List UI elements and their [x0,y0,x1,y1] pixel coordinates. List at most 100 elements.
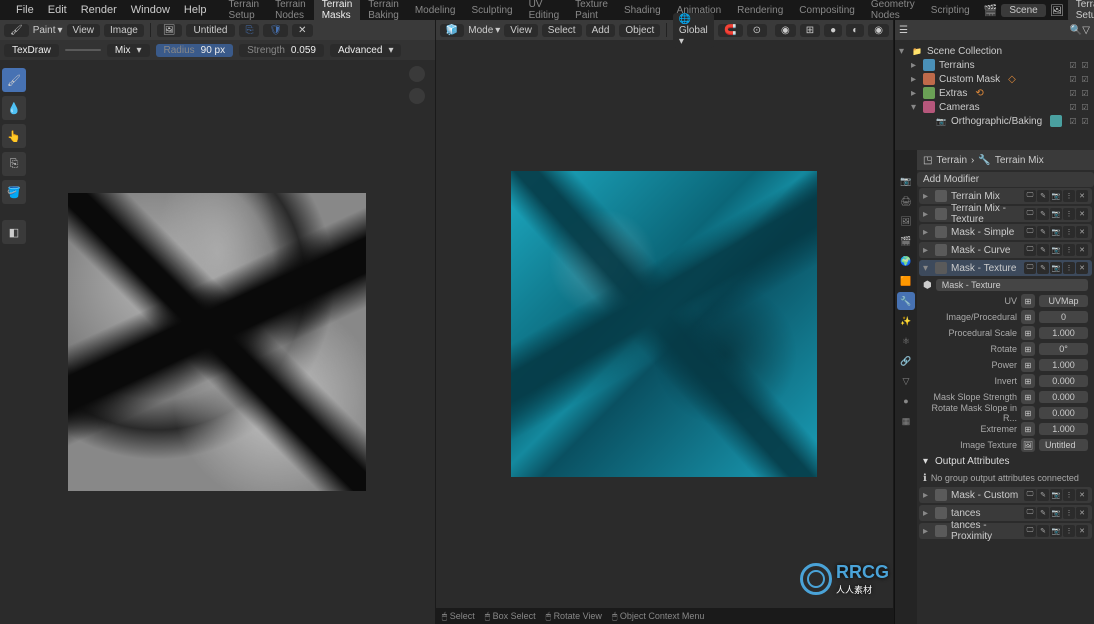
mod-edit-icon[interactable]: ✎ [1037,489,1049,501]
image-icon[interactable]: 🖼 [1021,438,1035,452]
clone-tool-icon[interactable]: ⎘ [2,152,26,176]
modifier-item[interactable]: ▾ Mask - Texture 🖵✎📷⋮✕ [919,260,1092,276]
param-field[interactable]: UVMap [1039,295,1088,307]
modifier-item[interactable]: ▸ Mask - Custom 🖵✎📷⋮✕ [919,487,1092,503]
workspace-tab[interactable]: Scripting [923,3,978,18]
menu-view[interactable]: View [504,24,538,37]
render-icon[interactable]: ☑ [1080,60,1090,70]
mod-realtime-icon[interactable]: 🖵 [1024,507,1036,519]
image-datablock-icon[interactable]: 🖼 [157,24,182,37]
workspace-tab[interactable]: Modeling [407,3,464,18]
props-tab-mesh-icon[interactable]: ▽ [897,372,915,390]
menu-render[interactable]: Render [75,2,123,18]
attribute-toggle-icon[interactable]: ⊞ [1021,406,1035,420]
object-mode-dropdown[interactable]: Mode ▾ [468,25,500,36]
mod-realtime-icon[interactable]: 🖵 [1024,190,1036,202]
zoom-icon[interactable] [409,66,425,82]
mod-render-icon[interactable]: 📷 [1050,244,1062,256]
outliner-type-icon[interactable]: ☰ [899,25,908,36]
render-icon[interactable]: ☑ [1080,116,1090,126]
workspace-tab[interactable]: Compositing [791,3,863,18]
mod-edit-icon[interactable]: ✎ [1037,190,1049,202]
advanced-dropdown[interactable]: Advanced ▾ [330,44,402,57]
mod-render-icon[interactable]: 📷 [1050,489,1062,501]
nodegroup-name[interactable]: Mask - Texture [936,279,1088,291]
outliner-item[interactable]: 📷 Orthographic/Baking ☑☑ [895,114,1094,128]
mod-extra-icon[interactable]: ⋮ [1063,190,1075,202]
workspace-tab[interactable]: Rendering [729,3,791,18]
mod-realtime-icon[interactable]: 🖵 [1024,525,1036,537]
mod-extra-icon[interactable]: ⋮ [1063,489,1075,501]
mod-extra-icon[interactable]: ⋮ [1063,208,1075,220]
brush-color[interactable] [65,49,101,51]
props-tab-scene-icon[interactable]: 🎬 [897,232,915,250]
viewlayer-selector[interactable]: Terrain Setup [1068,0,1094,22]
menu-window[interactable]: Window [125,2,176,18]
menu-object[interactable]: Object [619,24,660,37]
mod-realtime-icon[interactable]: 🖵 [1024,244,1036,256]
param-field[interactable]: 0° [1039,343,1088,355]
mod-delete-icon[interactable]: ✕ [1076,507,1088,519]
editor-type-icon[interactable]: 🧊 [440,24,464,37]
mod-render-icon[interactable]: 📷 [1050,226,1062,238]
image-canvas[interactable] [68,193,366,491]
mod-extra-icon[interactable]: ⋮ [1063,262,1075,274]
modifier-item[interactable]: ▸ tances - Proximity 🖵✎📷⋮✕ [919,523,1092,539]
search-icon[interactable]: 🔍 [1070,25,1082,36]
attribute-toggle-icon[interactable]: ⊞ [1021,422,1035,436]
mod-edit-icon[interactable]: ✎ [1037,525,1049,537]
menu-help[interactable]: Help [178,2,213,18]
mod-realtime-icon[interactable]: 🖵 [1024,226,1036,238]
snap-icon[interactable]: 🧲 [718,24,742,37]
smear-tool-icon[interactable]: 👆 [2,124,26,148]
attribute-toggle-icon[interactable]: ⊞ [1021,374,1035,388]
props-tab-world-icon[interactable]: 🌍 [897,252,915,270]
modifier-item[interactable]: ▸ Mask - Simple 🖵✎📷⋮✕ [919,224,1092,240]
image-texture-field[interactable]: Untitled [1039,439,1088,451]
mod-realtime-icon[interactable]: 🖵 [1024,262,1036,274]
modifier-item[interactable]: ▸ tances 🖵✎📷⋮✕ [919,505,1092,521]
modifier-item[interactable]: ▸ Mask - Curve 🖵✎📷⋮✕ [919,242,1092,258]
param-field[interactable]: 0 [1039,311,1088,323]
shading-solid-icon[interactable]: ● [824,24,842,37]
param-field[interactable]: 0.000 [1039,375,1088,387]
pan-icon[interactable] [409,88,425,104]
outliner-item[interactable]: ▸ Extras ⟲ ☑☑ [895,86,1094,100]
brush-preset[interactable]: TexDraw [4,44,59,57]
soften-tool-icon[interactable]: 💧 [2,96,26,120]
workspace-tab[interactable]: Sculpting [463,3,520,18]
props-tab-material-icon[interactable]: ● [897,392,915,410]
attribute-toggle-icon[interactable]: ⊞ [1021,326,1035,340]
props-tab-render-icon[interactable]: 📷 [897,172,915,190]
strength-field[interactable]: Strength0.059 [239,44,324,57]
mod-delete-icon[interactable]: ✕ [1076,208,1088,220]
mod-delete-icon[interactable]: ✕ [1076,525,1088,537]
mod-delete-icon[interactable]: ✕ [1076,226,1088,238]
unlink-icon[interactable]: ✕ [292,24,312,37]
visibility-icon[interactable]: ☑ [1068,116,1078,126]
param-field[interactable]: 1.000 [1039,423,1088,435]
props-tab-physics-icon[interactable]: ⚛ [897,332,915,350]
mod-extra-icon[interactable]: ⋮ [1063,525,1075,537]
shading-wireframe-icon[interactable]: ⊞ [800,24,820,37]
workspace-tab[interactable]: Shading [616,3,669,18]
props-tab-viewlayer-icon[interactable]: 🖼 [897,212,915,230]
outliner-item[interactable]: ▸ Terrains ☑☑ [895,58,1094,72]
mod-delete-icon[interactable]: ✕ [1076,489,1088,501]
menu-image[interactable]: Image [104,24,144,37]
render-icon[interactable]: ☑ [1080,102,1090,112]
mod-edit-icon[interactable]: ✎ [1037,507,1049,519]
shading-matprev-icon[interactable]: ◐ [846,24,864,37]
mod-extra-icon[interactable]: ⋮ [1063,226,1075,238]
mod-realtime-icon[interactable]: 🖵 [1024,208,1036,220]
radius-field[interactable]: Radius90 px [156,44,234,57]
mod-render-icon[interactable]: 📷 [1050,507,1062,519]
attribute-toggle-icon[interactable]: ⊞ [1021,358,1035,372]
modifier-item[interactable]: ▸ Terrain Mix 🖵✎📷⋮✕ [919,188,1092,204]
mod-delete-icon[interactable]: ✕ [1076,190,1088,202]
blend-mode[interactable]: Mix ▾ [107,44,150,57]
mod-extra-icon[interactable]: ⋮ [1063,507,1075,519]
mod-edit-icon[interactable]: ✎ [1037,226,1049,238]
menu-select[interactable]: Select [542,24,582,37]
mod-extra-icon[interactable]: ⋮ [1063,244,1075,256]
